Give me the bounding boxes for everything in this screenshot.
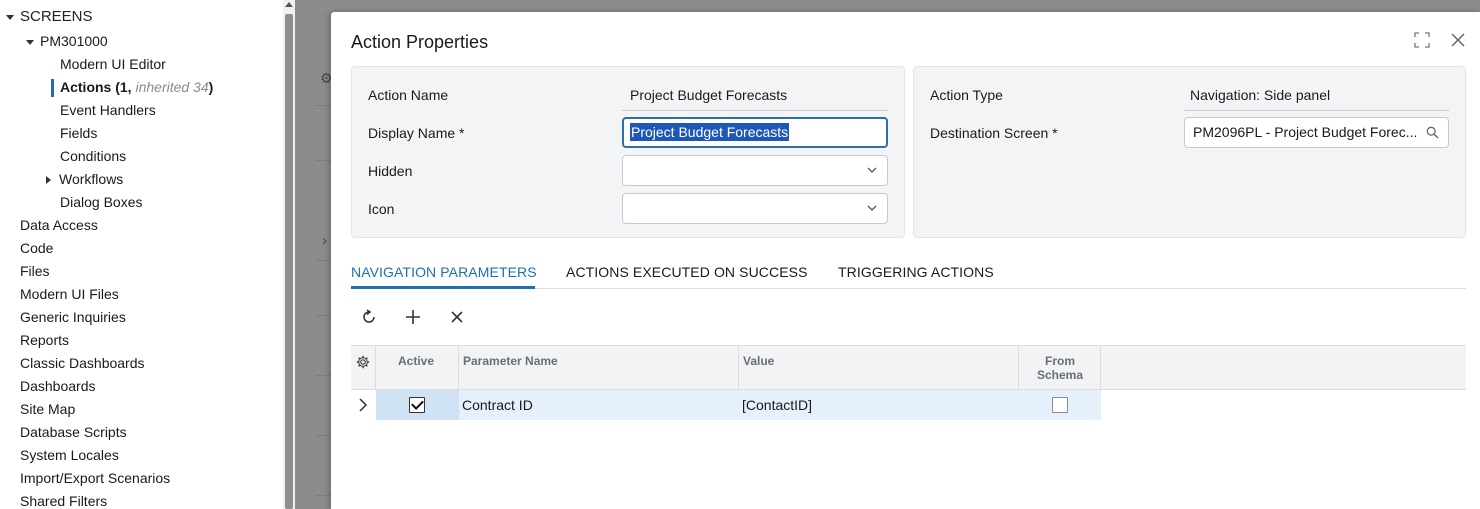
tree-scrollbar[interactable] [283, 0, 295, 509]
tree-section-shared-filters[interactable]: Shared Filters [20, 490, 107, 509]
tree-item-suffix: ) [208, 79, 214, 95]
tree-node-label: SCREENS [20, 8, 93, 25]
action-properties-dialog: Action Properties Action Name Project Bu… [331, 12, 1480, 509]
tree-item-dialog-boxes[interactable]: Dialog Boxes [60, 191, 143, 213]
action-type-value: Navigation: Side panel [1190, 87, 1331, 103]
active-checkbox[interactable] [409, 397, 425, 413]
tree-item-fields[interactable]: Fields [60, 122, 97, 144]
from-schema-checkbox[interactable] [1052, 397, 1068, 413]
action-name-label: Action Name [368, 87, 449, 103]
column-header-active[interactable]: Active [376, 346, 459, 390]
tree-section-generic-inquiries[interactable]: Generic Inquiries [20, 306, 126, 328]
icon-select[interactable] [622, 193, 888, 224]
column-header-label: Active [398, 354, 435, 368]
tree-node-screen-id[interactable]: PM301000 [26, 30, 108, 52]
tree-item-event-handlers[interactable]: Event Handlers [60, 99, 156, 121]
tree-section-code[interactable]: Code [20, 237, 53, 259]
hidden-label: Hidden [368, 163, 413, 179]
display-name-field[interactable]: Project Budget Forecasts [622, 117, 888, 148]
display-name-label: Display Name * [368, 125, 465, 141]
delete-row-button[interactable] [446, 306, 468, 328]
inherited-count: inherited 34 [135, 79, 209, 95]
tab-triggering-actions[interactable]: TRIGGERING ACTIONS [838, 264, 994, 280]
tree-item-workflows[interactable]: Workflows [46, 168, 123, 190]
chevron-right-icon: › [322, 232, 327, 249]
plus-icon [406, 310, 420, 324]
caret-down-icon[interactable] [26, 39, 34, 45]
chevron-right-icon[interactable] [358, 398, 368, 412]
tree-section-reports[interactable]: Reports [20, 329, 69, 351]
parameter-name-cell[interactable]: Contract ID [462, 390, 533, 420]
refresh-icon [363, 309, 375, 323]
active-indicator [51, 79, 54, 97]
destination-screen-value: PM2096PL - Project Budget Forec... [1193, 124, 1418, 140]
row-expander[interactable] [351, 390, 376, 420]
chevron-down-icon[interactable] [867, 165, 877, 175]
tree-section-files[interactable]: Files [20, 260, 50, 282]
column-header-label: Parameter Name [463, 354, 558, 368]
tab-navigation-parameters[interactable]: NAVIGATION PARAMETERS [351, 264, 537, 280]
tree-section-system-locales[interactable]: System Locales [20, 444, 119, 466]
column-header-value[interactable]: Value [739, 346, 1019, 390]
tree-node-label: PM301000 [40, 33, 108, 49]
caret-down-icon[interactable] [6, 14, 14, 20]
tree-item-label: Actions (1, [60, 79, 136, 95]
action-name-value: Project Budget Forecasts [630, 87, 788, 103]
column-header-label: From [1045, 354, 1075, 368]
destination-screen-field[interactable]: PM2096PL - Project Budget Forec... [1184, 117, 1449, 148]
tree-section-site-map[interactable]: Site Map [20, 398, 75, 420]
tree-item-modern-ui-editor[interactable]: Modern UI Editor [60, 53, 166, 75]
active-cell[interactable] [376, 390, 459, 420]
value-cell[interactable]: [ContactID] [742, 390, 812, 420]
tree-node-screens[interactable]: SCREENS [6, 6, 93, 28]
tree-item-label: Workflows [59, 171, 124, 187]
refresh-button[interactable] [358, 306, 380, 328]
column-settings-header[interactable] [351, 346, 376, 390]
action-details-card: Action Name Project Budget Forecasts Dis… [351, 66, 905, 238]
hidden-select[interactable] [622, 155, 888, 186]
tree-item-conditions[interactable]: Conditions [60, 145, 126, 167]
active-tab-indicator [351, 286, 535, 289]
chevron-down-icon[interactable] [867, 203, 877, 213]
tree-section-dashboards[interactable]: Dashboards [20, 375, 96, 397]
tree-section-import-export[interactable]: Import/Export Scenarios [20, 467, 170, 489]
close-icon[interactable] [1449, 31, 1467, 49]
close-icon [451, 311, 463, 323]
scroll-up-icon[interactable] [285, 2, 293, 7]
tree-section-modern-ui-files[interactable]: Modern UI Files [20, 283, 119, 305]
tree-section-classic-dashboards[interactable]: Classic Dashboards [20, 352, 145, 374]
field-underline [1184, 110, 1449, 111]
from-schema-cell[interactable] [1019, 390, 1101, 420]
tree-item-actions[interactable]: Actions (1, inherited 34) [60, 76, 213, 98]
search-icon[interactable] [1426, 126, 1439, 139]
tab-actions-executed-on-success[interactable]: ACTIONS EXECUTED ON SUCCESS [566, 264, 808, 280]
scrollbar-thumb[interactable] [285, 14, 293, 509]
column-header-parameter-name[interactable]: Parameter Name [459, 346, 739, 390]
screen-tree: SCREENS PM301000 Modern UI Editor Action… [0, 0, 283, 509]
caret-right-icon[interactable] [46, 176, 51, 185]
field-underline [622, 110, 888, 111]
tree-section-data-access[interactable]: Data Access [20, 214, 98, 236]
icon-label: Icon [368, 201, 395, 217]
grid-header: Active Parameter Name Value From Schema [351, 345, 1466, 390]
dialog-title: Action Properties [351, 32, 489, 52]
column-header-label: Schema [1036, 368, 1084, 382]
column-header-label: Value [743, 354, 775, 368]
action-type-card: Action Type Navigation: Side panel Desti… [913, 66, 1466, 238]
action-type-label: Action Type [930, 87, 1003, 103]
selected-text: Project Budget Forecasts [630, 123, 790, 141]
maximize-icon[interactable] [1414, 32, 1430, 48]
column-header-from-schema[interactable]: From Schema [1019, 346, 1101, 390]
gear-icon[interactable] [356, 355, 370, 369]
tree-section-database-scripts[interactable]: Database Scripts [20, 421, 127, 443]
table-row[interactable]: Contract ID [ContactID] [351, 390, 1101, 420]
add-row-button[interactable] [402, 306, 424, 328]
destination-screen-label: Destination Screen * [930, 125, 1058, 141]
